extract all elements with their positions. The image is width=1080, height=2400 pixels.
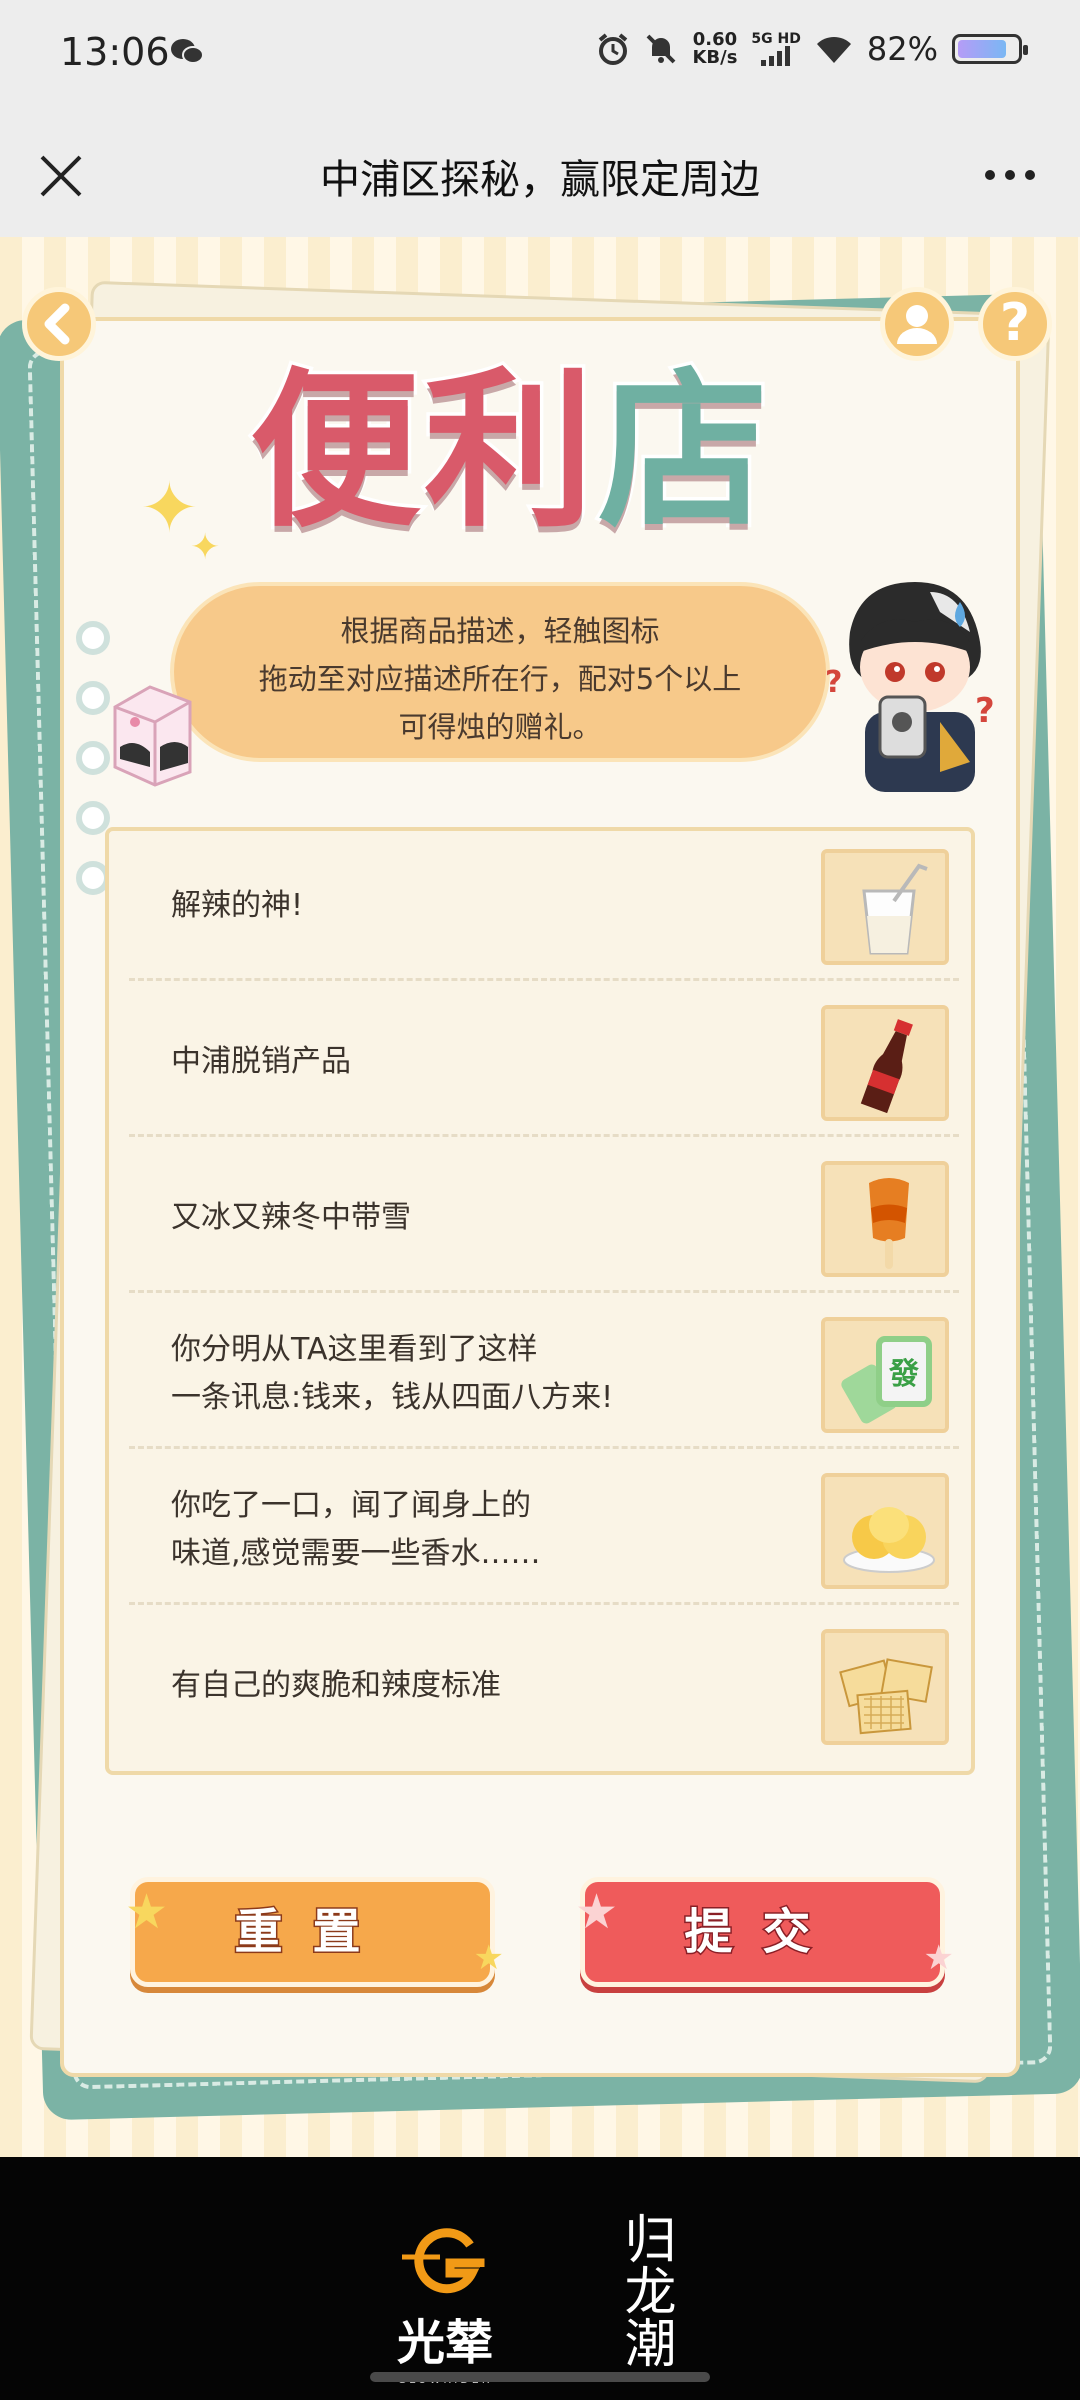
glowrider-emblem-icon: [402, 2228, 485, 2294]
row-description: 你分明从TA这里看到了这样 一条讯息:钱来，钱从四面八方来!: [171, 1332, 614, 1415]
list-item[interactable]: 又冰又辣冬中带雪: [129, 1143, 959, 1293]
close-icon[interactable]: [30, 145, 92, 207]
instruction-line: 拖动至对应描述所在行，配对5个以上: [258, 662, 742, 696]
page-title: 中浦区探秘，赢限定周边: [320, 157, 760, 203]
svg-text:發: 發: [888, 1357, 919, 1392]
star-icon: ★: [923, 1938, 954, 1978]
reset-button[interactable]: 重置 ★ ★: [125, 1877, 504, 1987]
instruction-text: 根据商品描述，轻触图标 拖动至对应描述所在行，配对5个以上 可得烛的赠礼。: [170, 607, 830, 751]
footer: 光辇 GLOWRIDER 归龙潮: [0, 2157, 1080, 2400]
net-speed-unit: KB/s: [692, 47, 738, 68]
sparkle-icon: ✦: [190, 527, 221, 568]
instruction-line: 可得烛的赠礼。: [398, 710, 602, 744]
item-slot[interactable]: [821, 1005, 949, 1121]
mahjong-tile-icon[interactable]: 發: [839, 1329, 939, 1429]
status-bar: 13:06 0.60 KB/s 5G HD 82%: [0, 0, 1080, 115]
title-bar: 中浦区探秘，赢限定周边: [0, 115, 1080, 237]
status-icons: 0.60 KB/s 5G HD 82%: [596, 30, 1028, 68]
cola-bottle-icon[interactable]: [839, 1017, 939, 1117]
home-indicator[interactable]: [370, 2372, 710, 2382]
user-button[interactable]: [880, 287, 954, 361]
wifi-icon: [816, 36, 851, 63]
alarm-icon: [599, 33, 628, 65]
milk-carton-icon: [113, 685, 192, 787]
item-slot[interactable]: [821, 849, 949, 965]
item-slot[interactable]: [821, 1161, 949, 1277]
wechat-icon: [171, 39, 204, 64]
crackers-icon[interactable]: [839, 1641, 939, 1741]
logo-char: 店: [595, 353, 773, 551]
buns-icon[interactable]: [839, 1485, 939, 1585]
game-logo: 归龙潮: [590, 2212, 700, 2368]
submit-button[interactable]: 提交 ★ ★: [575, 1877, 954, 1987]
description-list: 解辣的神! 中浦脱销产品 又冰又辣冬中带雪 你分明从TA这里看到了这样 一条讯息…: [105, 827, 975, 1775]
chevron-left-icon: [44, 303, 70, 345]
list-item[interactable]: 解辣的神!: [129, 831, 959, 981]
brand1-name: 光辇: [396, 2315, 493, 2371]
more-icon[interactable]: [980, 155, 1040, 195]
item-slot[interactable]: 發: [821, 1317, 949, 1433]
status-time: 13:06: [60, 30, 170, 74]
store-logo: 便利店: [246, 354, 850, 551]
star-icon: ★: [473, 1938, 504, 1978]
submit-label: 提交: [683, 1903, 841, 1962]
user-icon: [897, 305, 937, 344]
network-indicator: 5G HD: [751, 31, 801, 66]
help-button[interactable]: ?: [978, 287, 1052, 361]
row-description: 又冰又辣冬中带雪: [171, 1200, 411, 1235]
instruction-line: 根据商品描述，轻触图标: [340, 614, 660, 648]
star-icon: ★: [575, 1884, 619, 1940]
signal-icon: [761, 46, 791, 66]
svg-text:?: ?: [825, 665, 842, 700]
star-icon: ★: [125, 1884, 169, 1940]
row-description: 有自己的爽脆和辣度标准: [171, 1668, 501, 1703]
row-description: 你吃了一口，闻了闻身上的 味道,感觉需要一些香水……: [171, 1488, 541, 1571]
glowrider-logo: 光辇 GLOWRIDER: [390, 2227, 500, 2386]
logo-char: 利: [421, 353, 599, 551]
list-item[interactable]: 你分明从TA这里看到了这样 一条讯息:钱来，钱从四面八方来! 發: [129, 1299, 959, 1449]
list-item[interactable]: 有自己的爽脆和辣度标准: [129, 1611, 959, 1761]
game-logo-text: 归龙潮: [615, 2212, 675, 2368]
battery-percent: 82%: [866, 30, 938, 68]
binder-ring: [76, 801, 110, 835]
back-button[interactable]: [22, 287, 96, 361]
battery-fill: [958, 40, 1006, 58]
item-slot[interactable]: [821, 1473, 949, 1589]
list-item[interactable]: 中浦脱销产品: [129, 987, 959, 1137]
character-avatar: ? ?: [825, 582, 995, 792]
list-item[interactable]: 你吃了一口，闻了闻身上的 味道,感觉需要一些香水……: [129, 1455, 959, 1605]
network-label: 5G HD: [751, 31, 801, 47]
milk-glass-icon[interactable]: [839, 861, 939, 961]
reset-label: 重置: [233, 1903, 391, 1962]
popsicle-icon[interactable]: [839, 1173, 939, 1273]
row-description: 中浦脱销产品: [171, 1044, 351, 1079]
binder-ring: [76, 621, 110, 655]
net-speed: 0.60 KB/s: [692, 31, 737, 67]
row-description: 解辣的神!: [171, 888, 304, 923]
mute-bell-icon: [647, 34, 676, 64]
battery-icon: [952, 34, 1028, 64]
svg-text:?: ?: [975, 691, 995, 731]
logo-char: 便: [246, 353, 425, 551]
item-slot[interactable]: [821, 1629, 949, 1745]
game-area: ? ✦ ✦ 便利店 根据商品描述，轻触图标 拖动至对应描述所在行，配对5个以上 …: [0, 237, 1080, 2157]
